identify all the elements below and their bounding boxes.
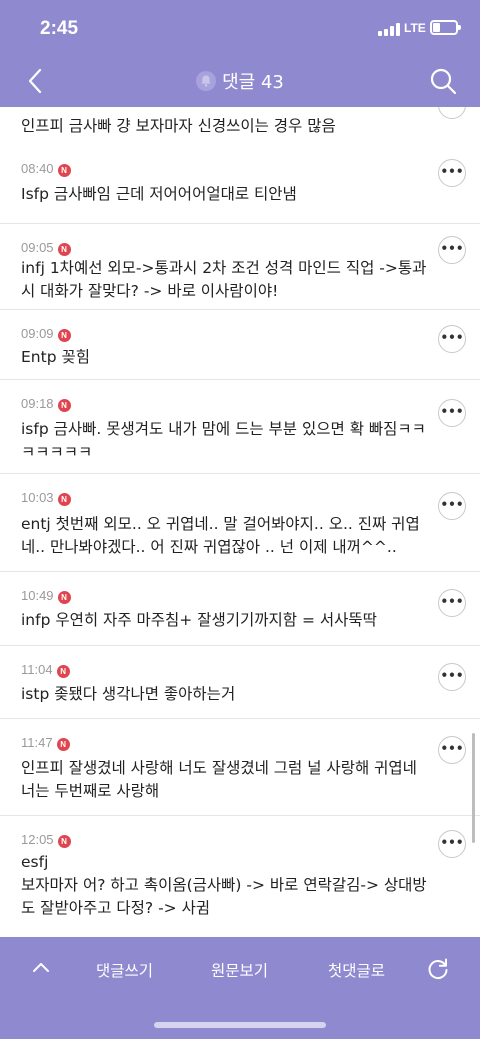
comment-time: 09:18 bbox=[21, 396, 54, 411]
comment-item: 10:03 N entj 첫번째 외모.. 오 귀엽네.. 말 걸어봐야지.. 오… bbox=[0, 474, 480, 572]
more-icon: ••• bbox=[440, 404, 464, 419]
top-bar: 2:45 LTE 댓글 43 bbox=[0, 0, 480, 107]
first-comment-button[interactable]: 첫댓글로 bbox=[328, 959, 385, 981]
more-icon: ••• bbox=[440, 741, 464, 756]
bell-icon bbox=[196, 71, 217, 91]
comment-text: 인프피 금사빠 걍 보자마자 신경쓰이는 경우 많음 bbox=[21, 117, 336, 135]
new-badge: N bbox=[56, 665, 70, 678]
comment-text: Entp 꽂힘 bbox=[21, 348, 90, 366]
comment-time: 12:05 bbox=[21, 832, 54, 847]
comment-meta: 09:05 N bbox=[21, 240, 71, 256]
comment-text: isfp 금사빠. 못생겨도 내가 맘에 드는 부분 있으면 확 빠짐ㅋㅋㅋㅋㅋ… bbox=[21, 420, 426, 461]
more-icon: ••• bbox=[440, 330, 464, 345]
comment-text: istp 좆됐다 생각나면 좋아하는거 bbox=[21, 685, 236, 703]
search-icon bbox=[430, 68, 457, 95]
comment-text: esfj 보자마자 어? 하고 촉이옴(금사빠) -> 바로 연락갈김-> 상대… bbox=[21, 853, 427, 917]
comment-meta: 08:40 N bbox=[21, 161, 71, 177]
comment-time: 11:04 bbox=[21, 662, 53, 677]
comment-time: 09:05 bbox=[21, 240, 54, 255]
scrollbar[interactable] bbox=[472, 733, 475, 843]
search-button[interactable] bbox=[428, 66, 458, 96]
status-bar: 2:45 LTE bbox=[0, 0, 480, 58]
comment-meta: 10:49 N bbox=[21, 588, 71, 604]
new-badge: N bbox=[57, 835, 71, 848]
new-badge: N bbox=[56, 738, 70, 751]
comment-time: 10:03 bbox=[21, 490, 54, 505]
new-badge: N bbox=[57, 243, 71, 256]
comment-meta: 12:05 N bbox=[21, 832, 71, 848]
comment-text: entj 첫번째 외모.. 오 귀엽네.. 말 걸어봐야지.. 오.. 진짜 귀… bbox=[21, 515, 420, 556]
new-badge: N bbox=[57, 399, 71, 412]
new-badge: N bbox=[57, 164, 71, 177]
more-icon: ••• bbox=[440, 164, 464, 179]
view-original-button[interactable]: 원문보기 bbox=[211, 959, 268, 981]
more-button[interactable]: ••• bbox=[438, 159, 466, 187]
write-comment-button[interactable]: 댓글쓰기 bbox=[96, 959, 153, 981]
battery-icon bbox=[430, 20, 461, 35]
comment-meta: 10:03 N bbox=[21, 490, 71, 506]
comment-text: Isfp 금사빠임 근데 저어어어얼대로 티안냄 bbox=[21, 185, 297, 203]
more-button[interactable]: ••• bbox=[438, 492, 466, 520]
comment-item: 12:05 N esfj 보자마자 어? 하고 촉이옴(금사빠) -> 바로 연락… bbox=[0, 816, 480, 937]
more-icon: ••• bbox=[440, 241, 464, 256]
comment-meta: 11:04 N bbox=[21, 662, 70, 678]
comment-list[interactable]: 인프피 금사빠 걍 보자마자 신경쓰이는 경우 많음 ••• 08:40N Is… bbox=[0, 107, 480, 937]
more-icon: ••• bbox=[440, 835, 464, 850]
more-button[interactable]: ••• bbox=[438, 325, 466, 353]
scroll-up-button[interactable] bbox=[30, 957, 52, 979]
home-indicator[interactable] bbox=[154, 1022, 326, 1028]
more-button[interactable]: ••• bbox=[438, 399, 466, 427]
comment-item: 09:05 N infj 1차예선 외모->통과시 2차 조건 성격 마인드 직업… bbox=[0, 224, 480, 310]
refresh-button[interactable] bbox=[426, 957, 450, 981]
more-button[interactable]: ••• bbox=[438, 236, 466, 264]
status-time: 2:45 bbox=[40, 18, 79, 39]
more-button[interactable]: ••• bbox=[438, 663, 466, 691]
comment-item: 09:18 N isfp 금사빠. 못생겨도 내가 맘에 드는 부분 있으면 확 … bbox=[0, 380, 480, 474]
navigation-bar: 댓글 43 bbox=[0, 58, 480, 107]
more-icon: ••• bbox=[440, 497, 464, 512]
comment-item: 11:04 N istp 좆됐다 생각나면 좋아하는거 ••• bbox=[0, 646, 480, 719]
more-button[interactable]: ••• bbox=[438, 736, 466, 764]
page-title: 댓글 43 bbox=[0, 68, 480, 94]
new-badge: N bbox=[57, 591, 71, 604]
comment-meta: 09:18 N bbox=[21, 396, 71, 412]
more-icon: ••• bbox=[440, 107, 463, 111]
new-badge: N bbox=[57, 329, 71, 342]
comment-time: 09:09 bbox=[21, 326, 54, 341]
comment-time: 08:40 bbox=[21, 161, 54, 176]
comment-meta: 11:47 N bbox=[21, 735, 70, 751]
comment-item: 08:40 N Isfp 금사빠임 근데 저어어어얼대로 티안냄 ••• bbox=[0, 145, 480, 224]
title-text: 댓글 43 bbox=[222, 72, 284, 93]
new-badge: N bbox=[57, 493, 71, 506]
more-button[interactable]: ••• bbox=[438, 830, 466, 858]
comment-item: 10:49 N infp 우연히 자주 마주침+ 잘생기기까지함 = 서사뚝딱 •… bbox=[0, 572, 480, 646]
more-icon: ••• bbox=[440, 594, 464, 609]
comment-text: infj 1차예선 외모->통과시 2차 조건 성격 마인드 직업 ->통과시 … bbox=[21, 259, 427, 300]
chevron-up-icon bbox=[33, 963, 49, 972]
comment-text: infp 우연히 자주 마주침+ 잘생기기까지함 = 서사뚝딱 bbox=[21, 611, 377, 629]
more-button[interactable]: ••• bbox=[438, 107, 466, 119]
more-icon: ••• bbox=[440, 668, 464, 683]
bottom-toolbar: 댓글쓰기 원문보기 첫댓글로 bbox=[0, 937, 480, 1039]
comment-text: 인프피 잘생겼네 사랑해 너도 잘생겼네 그럼 널 사랑해 귀엽네 너는 두번째… bbox=[21, 759, 417, 800]
comment-item: 11:47 N 인프피 잘생겼네 사랑해 너도 잘생겼네 그럼 널 사랑해 귀엽네… bbox=[0, 719, 480, 816]
more-button[interactable]: ••• bbox=[438, 589, 466, 617]
network-label: LTE bbox=[404, 21, 426, 35]
comment-time: 11:47 bbox=[21, 735, 53, 750]
signal-icon bbox=[378, 23, 400, 36]
refresh-icon bbox=[428, 958, 448, 979]
comment-item: 09:09 N Entp 꽂힘 ••• bbox=[0, 310, 480, 380]
comment-time: 10:49 bbox=[21, 588, 54, 603]
comment-meta: 09:09 N bbox=[21, 326, 71, 342]
